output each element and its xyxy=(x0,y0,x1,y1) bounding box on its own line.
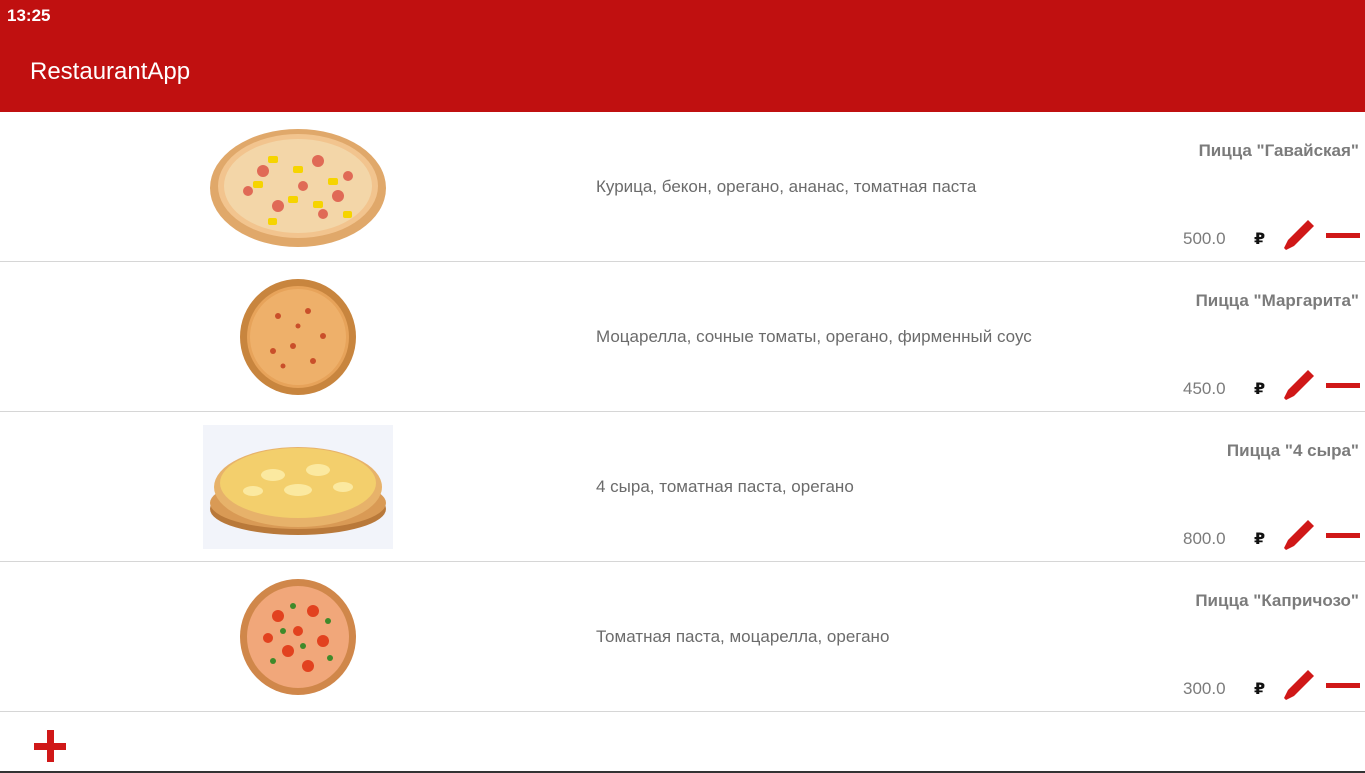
menu-item[interactable]: 4 сыра, томатная паста, орегано Пицца "4… xyxy=(0,412,1365,562)
item-description: Моцарелла, сочные томаты, орегано, фирме… xyxy=(596,327,1032,346)
item-name: Пицца "Капричозо" xyxy=(1195,591,1359,610)
menu-item[interactable]: Томатная паста, моцарелла, орегано Пицца… xyxy=(0,562,1365,712)
app-title: RestaurantApp xyxy=(30,58,191,85)
pizza-image xyxy=(200,424,395,549)
item-price: 450.0 xyxy=(1183,379,1226,398)
item-description: Томатная паста, моцарелла, орегано xyxy=(596,627,890,646)
ruble-sign: ₽ xyxy=(1254,681,1266,698)
app-bar: 13:25 RestaurantApp xyxy=(0,0,1365,112)
minus-icon[interactable] xyxy=(1326,683,1360,688)
menu-item[interactable]: Курица, бекон, орегано, ананас, томатная… xyxy=(0,112,1365,262)
pencil-icon[interactable] xyxy=(1278,366,1318,406)
status-time: 13:25 xyxy=(7,6,51,25)
ruble-sign: ₽ xyxy=(1254,531,1266,548)
item-name: Пицца "4 сыра" xyxy=(1226,441,1359,460)
item-price: 500.0 xyxy=(1183,229,1226,248)
minus-icon[interactable] xyxy=(1326,383,1360,388)
minus-icon[interactable] xyxy=(1326,233,1360,238)
minus-icon[interactable] xyxy=(1326,533,1360,538)
item-name: Пицца "Маргарита" xyxy=(1195,291,1359,310)
pizza-image xyxy=(200,574,395,699)
menu-list: Курица, бекон, орегано, ананас, томатная… xyxy=(0,112,1365,712)
item-price: 300.0 xyxy=(1183,679,1226,698)
pizza-image xyxy=(200,124,395,249)
ruble-sign: ₽ xyxy=(1254,381,1266,398)
pencil-icon[interactable] xyxy=(1278,216,1318,256)
ruble-sign: ₽ xyxy=(1254,231,1266,248)
item-description: Курица, бекон, орегано, ананас, томатная… xyxy=(596,177,977,196)
pencil-icon[interactable] xyxy=(1278,516,1318,556)
item-description: 4 сыра, томатная паста, орегано xyxy=(596,477,854,496)
plus-icon[interactable] xyxy=(34,730,68,764)
menu-item[interactable]: Моцарелла, сочные томаты, орегано, фирме… xyxy=(0,262,1365,412)
plus-icon-bar-vertical xyxy=(46,730,54,762)
item-name: Пицца "Гавайская" xyxy=(1198,141,1359,160)
pencil-icon[interactable] xyxy=(1278,666,1318,706)
pizza-image xyxy=(200,274,395,399)
item-price: 800.0 xyxy=(1183,529,1226,548)
